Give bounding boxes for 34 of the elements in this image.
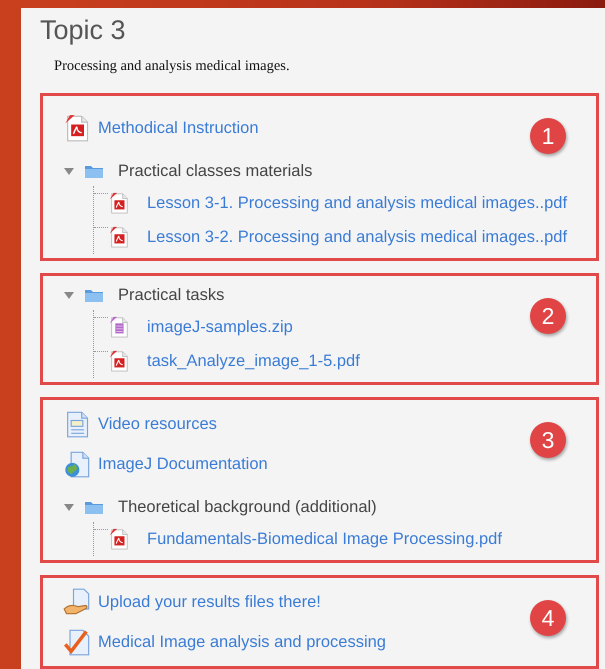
activity-link[interactable]: Video resources xyxy=(98,412,217,437)
number-badge: 4 xyxy=(530,600,566,636)
expanded-toggle-icon[interactable] xyxy=(63,289,75,302)
number-badge: 2 xyxy=(530,298,566,334)
activity-link[interactable]: Methodical Instruction xyxy=(98,116,258,141)
number-badge: 1 xyxy=(530,118,566,154)
folder-icon xyxy=(84,499,104,516)
folder-name: Theoretical background (additional) xyxy=(118,497,377,518)
folder-icon xyxy=(84,287,104,304)
activity-link[interactable]: ImageJ Documentation xyxy=(98,452,268,477)
file-link[interactable]: Lesson 3-2. Processing and analysis medical images..pdf xyxy=(147,225,568,250)
section-summary: Processing and analysis medical images. xyxy=(54,56,291,76)
file-archive-icon xyxy=(108,316,130,338)
file-pdf-icon xyxy=(108,192,130,214)
file-link[interactable]: Fundamentals-Biomedical Image Processing.pdf xyxy=(147,527,502,552)
folder-name: Practical classes materials xyxy=(118,161,312,182)
file-pdf-icon xyxy=(63,114,91,142)
globe-page-icon xyxy=(63,450,91,478)
expanded-toggle-icon[interactable] xyxy=(63,165,75,178)
file-pdf-icon xyxy=(108,528,130,550)
section-title: Topic 3 xyxy=(40,16,127,46)
folder-icon xyxy=(84,163,104,180)
activity-link[interactable]: Medical Image analysis and processing xyxy=(98,630,386,655)
hand-page-icon xyxy=(63,588,91,616)
file-link[interactable]: Lesson 3-1. Processing and analysis medical images..pdf xyxy=(147,191,568,216)
expanded-toggle-icon[interactable] xyxy=(63,501,75,514)
file-link[interactable]: imageJ-samples.zip xyxy=(147,315,293,340)
folder-name: Practical tasks xyxy=(118,285,224,306)
number-badge: 3 xyxy=(530,422,566,458)
file-link[interactable]: task_Analyze_image_1-5.pdf xyxy=(147,349,360,374)
activity-link[interactable]: Upload your results files there! xyxy=(98,590,321,615)
file-pdf-icon xyxy=(108,350,130,372)
checked-page-icon xyxy=(63,628,91,656)
file-pdf-icon xyxy=(108,226,130,248)
